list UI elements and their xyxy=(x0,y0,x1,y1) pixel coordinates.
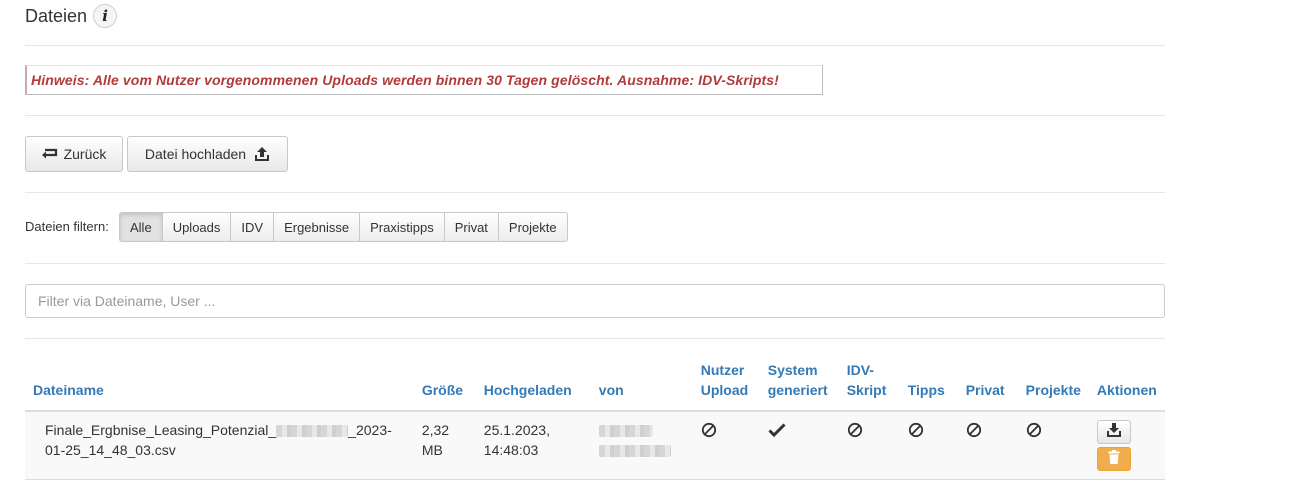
idv-script-cell xyxy=(838,411,900,480)
divider xyxy=(25,192,1165,193)
redacted-text xyxy=(598,425,653,438)
page-title: Dateien xyxy=(25,5,88,26)
filter-uploads-button[interactable]: Uploads xyxy=(161,212,232,242)
size-cell: 2,32 MB xyxy=(413,411,476,480)
filter-results-button[interactable]: Ergebnisse xyxy=(273,212,361,242)
upload-button-label: Datei hochladen xyxy=(144,146,247,162)
filename-cell: Finale_Ergbnise_Leasing_Potenzial_ _2023-… xyxy=(25,411,414,480)
delete-button[interactable] xyxy=(1096,447,1131,471)
projects-cell xyxy=(1017,411,1089,480)
column-header-system-generated[interactable]: System generiert xyxy=(759,360,839,412)
return-arrow-icon xyxy=(41,148,58,160)
filename-start: Finale_Ergbnise_Leasing_Potenzial_ xyxy=(45,422,277,438)
ban-icon xyxy=(1026,422,1042,438)
upload-icon xyxy=(254,146,270,162)
filter-label: Dateien filtern: xyxy=(25,219,109,234)
column-header-uploaded[interactable]: Hochgeladen xyxy=(475,360,591,412)
deletion-notice: Hinweis: Alle vom Nutzer vorgenommenen U… xyxy=(25,65,823,95)
tips-cell xyxy=(899,411,958,480)
private-cell xyxy=(957,411,1018,480)
files-table: Dateiname Größe Hochgeladen von Nutzer U… xyxy=(25,360,1165,480)
column-header-tips[interactable]: Tipps xyxy=(899,360,958,412)
actions-cell xyxy=(1088,411,1165,480)
redacted-text xyxy=(276,425,349,438)
column-header-actions: Aktionen xyxy=(1088,360,1165,412)
column-header-size[interactable]: Größe xyxy=(413,360,476,412)
title-row: Dateien i xyxy=(25,2,118,30)
column-header-projects[interactable]: Projekte xyxy=(1017,360,1089,412)
ban-icon xyxy=(908,422,924,438)
trash-icon xyxy=(1108,449,1120,469)
search-input[interactable] xyxy=(25,284,1165,318)
filter-practice-tips-button[interactable]: Praxistipps xyxy=(359,212,445,242)
back-button[interactable]: Zurück xyxy=(25,136,123,172)
upload-file-button[interactable]: Datei hochladen xyxy=(127,136,288,172)
check-icon xyxy=(768,422,786,438)
column-header-private[interactable]: Privat xyxy=(957,360,1018,412)
filter-idv-button[interactable]: IDV xyxy=(230,212,275,242)
back-button-label: Zurück xyxy=(63,146,107,162)
redacted-text xyxy=(598,445,671,458)
ban-icon xyxy=(966,422,982,438)
divider xyxy=(25,115,1165,116)
ban-icon xyxy=(701,422,717,438)
filter-button-group: Alle Uploads IDV Ergebnisse Praxistipps … xyxy=(119,212,568,242)
download-icon xyxy=(1106,422,1122,443)
uploader-cell xyxy=(590,411,693,480)
column-header-user-upload[interactable]: Nutzer Upload xyxy=(692,360,760,412)
filter-private-button[interactable]: Privat xyxy=(443,212,499,242)
divider xyxy=(25,45,1165,46)
table-row: Finale_Ergbnise_Leasing_Potenzial_ _2023-… xyxy=(25,411,1165,480)
column-header-by[interactable]: von xyxy=(590,360,693,412)
filter-all-button[interactable]: Alle xyxy=(119,212,163,242)
user-upload-cell xyxy=(692,411,760,480)
divider xyxy=(25,263,1165,264)
system-generated-cell xyxy=(759,411,839,480)
uploaded-cell: 25.1.2023, 14:48:03 xyxy=(475,411,591,480)
download-button[interactable] xyxy=(1096,420,1131,444)
ban-icon xyxy=(847,422,863,438)
column-header-filename[interactable]: Dateiname xyxy=(25,360,414,412)
info-icon[interactable]: i xyxy=(93,4,118,28)
column-header-idv-script[interactable]: IDV-Skript xyxy=(838,360,900,412)
divider xyxy=(25,338,1165,339)
filter-projects-button[interactable]: Projekte xyxy=(497,212,568,242)
table-header-row: Dateiname Größe Hochgeladen von Nutzer U… xyxy=(25,360,1165,412)
